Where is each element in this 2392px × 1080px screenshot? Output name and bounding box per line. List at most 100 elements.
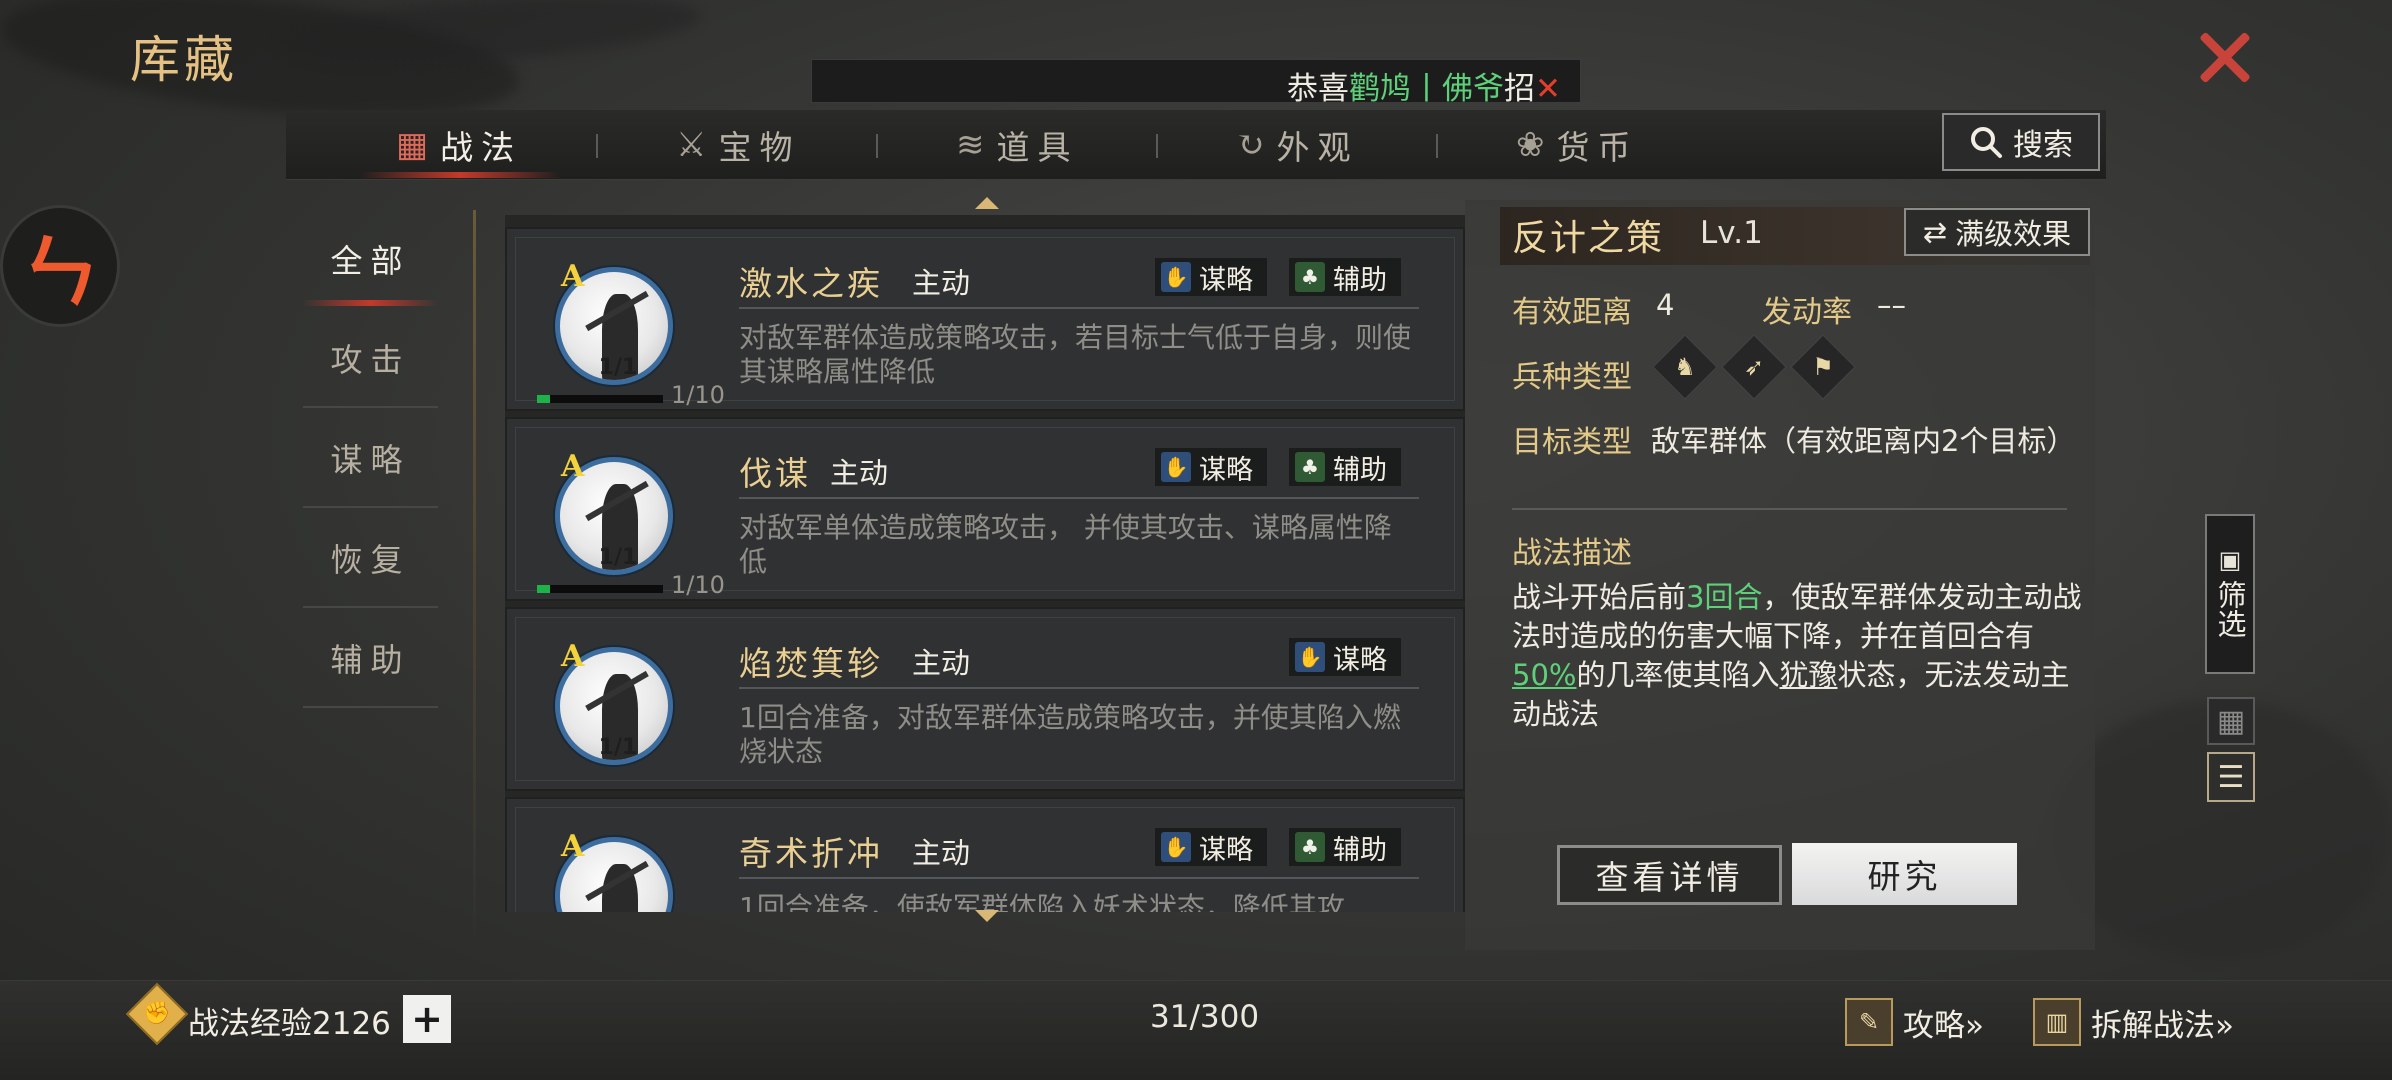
max-level-label: 满级效果 bbox=[1955, 217, 2072, 251]
tab-label: 宝物 bbox=[718, 128, 801, 167]
detail-tactic-name: 反计之策 bbox=[1512, 218, 1665, 259]
grade-badge: A bbox=[561, 259, 585, 294]
strategy-icon: ✋ bbox=[1295, 642, 1325, 672]
list-icon: ☰ bbox=[2217, 759, 2245, 795]
filter-category-strategy[interactable]: 谋略 bbox=[303, 410, 438, 508]
owned-count: 1/1 bbox=[598, 545, 638, 570]
tactic-description: 对敌军单体造成策略攻击， 并使其攻击、谋略属性降低 bbox=[739, 511, 1392, 578]
tab-divider bbox=[876, 134, 878, 158]
tab-label: 战法 bbox=[440, 128, 523, 167]
dismantle-tactic-link[interactable]: ▥ 拆解战法» bbox=[2033, 998, 2234, 1046]
tactic-capacity: 31/300 bbox=[1150, 999, 1260, 1035]
support-icon: ♣ bbox=[1295, 832, 1325, 862]
page-title: 库藏 bbox=[130, 31, 238, 89]
status-keyword-link[interactable]: 犹豫 bbox=[1779, 658, 1837, 692]
search-label: 搜索 bbox=[2013, 128, 2073, 163]
strategy-icon: ✋ bbox=[1161, 832, 1191, 862]
marquee-player-name[interactable]: 鹳鸠 bbox=[1349, 71, 1411, 102]
support-icon: ♣ bbox=[1295, 262, 1325, 292]
filter-icon: ▣ bbox=[2218, 546, 2242, 574]
marquee-suffix: 招 bbox=[1504, 71, 1535, 103]
strategy-icon: ✋ bbox=[1161, 452, 1191, 482]
tactic-name: 焰焚箕轸 bbox=[739, 644, 883, 683]
cycle-icon: ↻ bbox=[1236, 125, 1265, 165]
money-bag-icon: ❀ bbox=[1516, 125, 1545, 165]
tactic-card[interactable]: A 1/1 1/10 伐谋 主动 ✋ 谋略 ♣ 辅助 对敌军单体造成策略攻击， 并使… bbox=[505, 417, 1465, 601]
trigger-rate-label: 发动率 bbox=[1762, 295, 1852, 330]
owned-count: 1/1 bbox=[598, 735, 638, 760]
dismantle-label: 拆解战法» bbox=[2091, 1007, 2234, 1044]
tactic-card[interactable]: A 1/1 1/10 激水之疾 主动 ✋ 谋略 ♣ 辅助 对敌军群体造成策略攻击，若… bbox=[505, 227, 1465, 411]
tab-treasures[interactable]: ⚔ 宝物 bbox=[676, 120, 800, 170]
guide-link[interactable]: ✎ 攻略» bbox=[1845, 998, 1984, 1046]
tactic-type: 主动 bbox=[912, 266, 971, 300]
tag-label: 谋略 bbox=[1333, 644, 1387, 676]
filter-category-attack[interactable]: 攻击 bbox=[303, 310, 438, 408]
tag-support: ♣ 辅助 bbox=[1289, 448, 1401, 486]
tactic-description: 1回合准备，使敌军群体陷入妖术状态，降低其攻 bbox=[739, 891, 1345, 912]
tactic-description: 对敌军群体造成策略攻击，若目标士气低于自身，则使其谋略属性降低 bbox=[739, 321, 1412, 388]
filter-button[interactable]: ▣ 筛选 bbox=[2205, 514, 2255, 674]
marquee-close-icon[interactable]: ✕ bbox=[1535, 71, 1561, 102]
tactic-type: 主动 bbox=[830, 456, 889, 490]
tag-label: 辅助 bbox=[1333, 264, 1387, 296]
guide-label: 攻略» bbox=[1903, 1007, 1984, 1044]
tag-label: 谋略 bbox=[1199, 264, 1253, 296]
tab-divider bbox=[1436, 134, 1438, 158]
list-view-button[interactable]: ☰ bbox=[2207, 752, 2255, 802]
scroll-up-icon[interactable] bbox=[975, 197, 999, 209]
bamboo-scroll-icon: ▦ bbox=[396, 125, 429, 165]
tactic-name: 奇术折冲 bbox=[739, 834, 883, 873]
tag-strategy: ✋ 谋略 bbox=[1155, 258, 1267, 296]
tab-currency[interactable]: ❀ 货币 bbox=[1516, 120, 1639, 170]
tab-items[interactable]: ≋ 道具 bbox=[956, 120, 1079, 170]
grid-icon: ▦ bbox=[2216, 703, 2246, 739]
tactic-name: 伐谋 bbox=[739, 454, 811, 493]
sidebar-divider bbox=[473, 210, 476, 950]
card-divider bbox=[739, 877, 1419, 879]
range-label: 有效距离 bbox=[1512, 295, 1632, 330]
tactic-type: 主动 bbox=[912, 646, 971, 680]
research-button[interactable]: 研究 bbox=[1792, 843, 2017, 905]
upgrade-progress-bar bbox=[537, 585, 663, 593]
tab-label: 货币 bbox=[1556, 128, 1639, 167]
tag-label: 辅助 bbox=[1333, 834, 1387, 866]
tactic-card[interactable]: A 1/1 焰焚箕轸 主动 ✋ 谋略 1回合准备，对敌军群体造成策略攻击，并使其陷… bbox=[505, 607, 1465, 791]
marquee-player-name[interactable]: 佛爷 bbox=[1442, 71, 1504, 102]
search-icon bbox=[1971, 127, 2002, 158]
tag-strategy: ✋ 谋略 bbox=[1155, 448, 1267, 486]
grade-badge: A bbox=[561, 829, 585, 864]
tactic-type: 主动 bbox=[912, 836, 971, 870]
marquee-separator: 丨 bbox=[1411, 71, 1442, 103]
tag-label: 辅助 bbox=[1333, 454, 1387, 486]
weapon-icon: ⚔ bbox=[676, 125, 707, 165]
filter-category-all[interactable]: 全部 bbox=[303, 210, 438, 308]
game-logo-icon[interactable]: ㄣ bbox=[0, 205, 120, 327]
filter-category-support[interactable]: 辅助 bbox=[303, 610, 438, 708]
support-icon: ♣ bbox=[1295, 452, 1325, 482]
tactic-card[interactable]: A 奇术折冲 主动 ✋ 谋略 ♣ 辅助 1回合准备，使敌军群体陷入妖术状态，降低其攻 bbox=[505, 797, 1465, 912]
tab-tactics[interactable]: ▦ 战法 bbox=[396, 120, 522, 170]
upgrade-progress-bar bbox=[537, 395, 663, 403]
tactic-name: 激水之疾 bbox=[739, 264, 883, 303]
target-type-label: 目标类型 bbox=[1512, 425, 1632, 460]
tactic-full-description: 战斗开始后前3回合，使敌军群体发动主动战法时造成的伤害大幅下降，并在首回合有50… bbox=[1512, 580, 2082, 731]
filter-category-recovery[interactable]: 恢复 bbox=[303, 510, 438, 608]
search-button[interactable]: 搜索 bbox=[1942, 113, 2100, 171]
view-details-button[interactable]: 查看详情 bbox=[1557, 845, 1782, 905]
upgrade-progress-label: 1/10 bbox=[671, 571, 725, 599]
tab-appearance[interactable]: ↻ 外观 bbox=[1236, 120, 1359, 170]
add-exp-button[interactable]: + bbox=[403, 995, 451, 1043]
tab-divider bbox=[1156, 134, 1158, 158]
range-value: 4 bbox=[1656, 288, 1675, 322]
scroll-down-icon[interactable] bbox=[975, 910, 999, 922]
close-button[interactable] bbox=[2195, 27, 2255, 87]
max-level-effect-button[interactable]: ⇄ 满级效果 bbox=[1904, 208, 2090, 256]
tactic-list[interactable]: A 1/1 1/10 激水之疾 主动 ✋ 谋略 ♣ 辅助 对敌军群体造成策略攻击，若… bbox=[505, 215, 1465, 912]
tag-strategy: ✋ 谋略 bbox=[1155, 828, 1267, 866]
trigger-rate-value: –– bbox=[1877, 288, 1906, 322]
tactic-exp-label: 战法经验2126 bbox=[188, 1006, 391, 1042]
detail-level: Lv.1 bbox=[1700, 215, 1763, 251]
tag-label: 谋略 bbox=[1199, 834, 1253, 866]
grid-view-button[interactable]: ▦ bbox=[2207, 697, 2255, 745]
